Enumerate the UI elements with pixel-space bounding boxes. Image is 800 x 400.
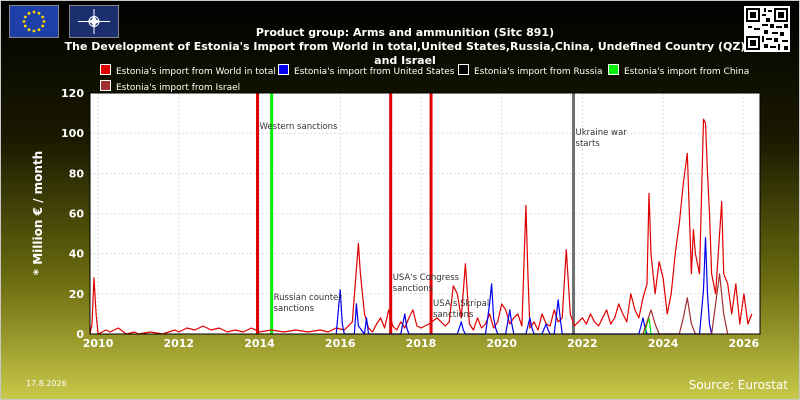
source-label: Source: Eurostat (688, 378, 788, 392)
y-tick-label: 100 (61, 127, 84, 140)
y-tick-label: 60 (69, 208, 85, 221)
y-tick-label: 80 (69, 167, 85, 180)
y-tick-label: 20 (69, 288, 85, 301)
event-marker-label: Russian counter sanctions (274, 293, 343, 314)
series-line-4 (642, 273, 729, 335)
x-tick-label: 2022 (567, 337, 598, 350)
x-tick-label: 2024 (648, 337, 679, 350)
y-tick-label: 120 (61, 87, 84, 100)
event-marker-label: Western sanctions (260, 122, 339, 132)
x-tick-label: 2010 (83, 337, 114, 350)
chart-svg: 0204060801001202010 2012 2014 2016 2018 2020 2… (61, 87, 761, 350)
y-tick-label: 40 (69, 248, 85, 261)
event-marker-label: Ukraine war starts (576, 128, 628, 149)
event-marker-label: USA's Skripal sanctions (433, 299, 489, 320)
x-tick-label: 2020 (486, 337, 517, 350)
x-tick-label: 2016 (325, 337, 356, 350)
x-tick-label: 2026 (729, 337, 760, 350)
x-tick-label: 2018 (406, 337, 437, 350)
x-tick-label: 2014 (244, 337, 275, 350)
date-stamp: 17.8.2026 (26, 379, 67, 388)
event-marker-label: USA's Congress sanctions (393, 273, 460, 294)
x-tick-label: 2012 (163, 337, 194, 350)
